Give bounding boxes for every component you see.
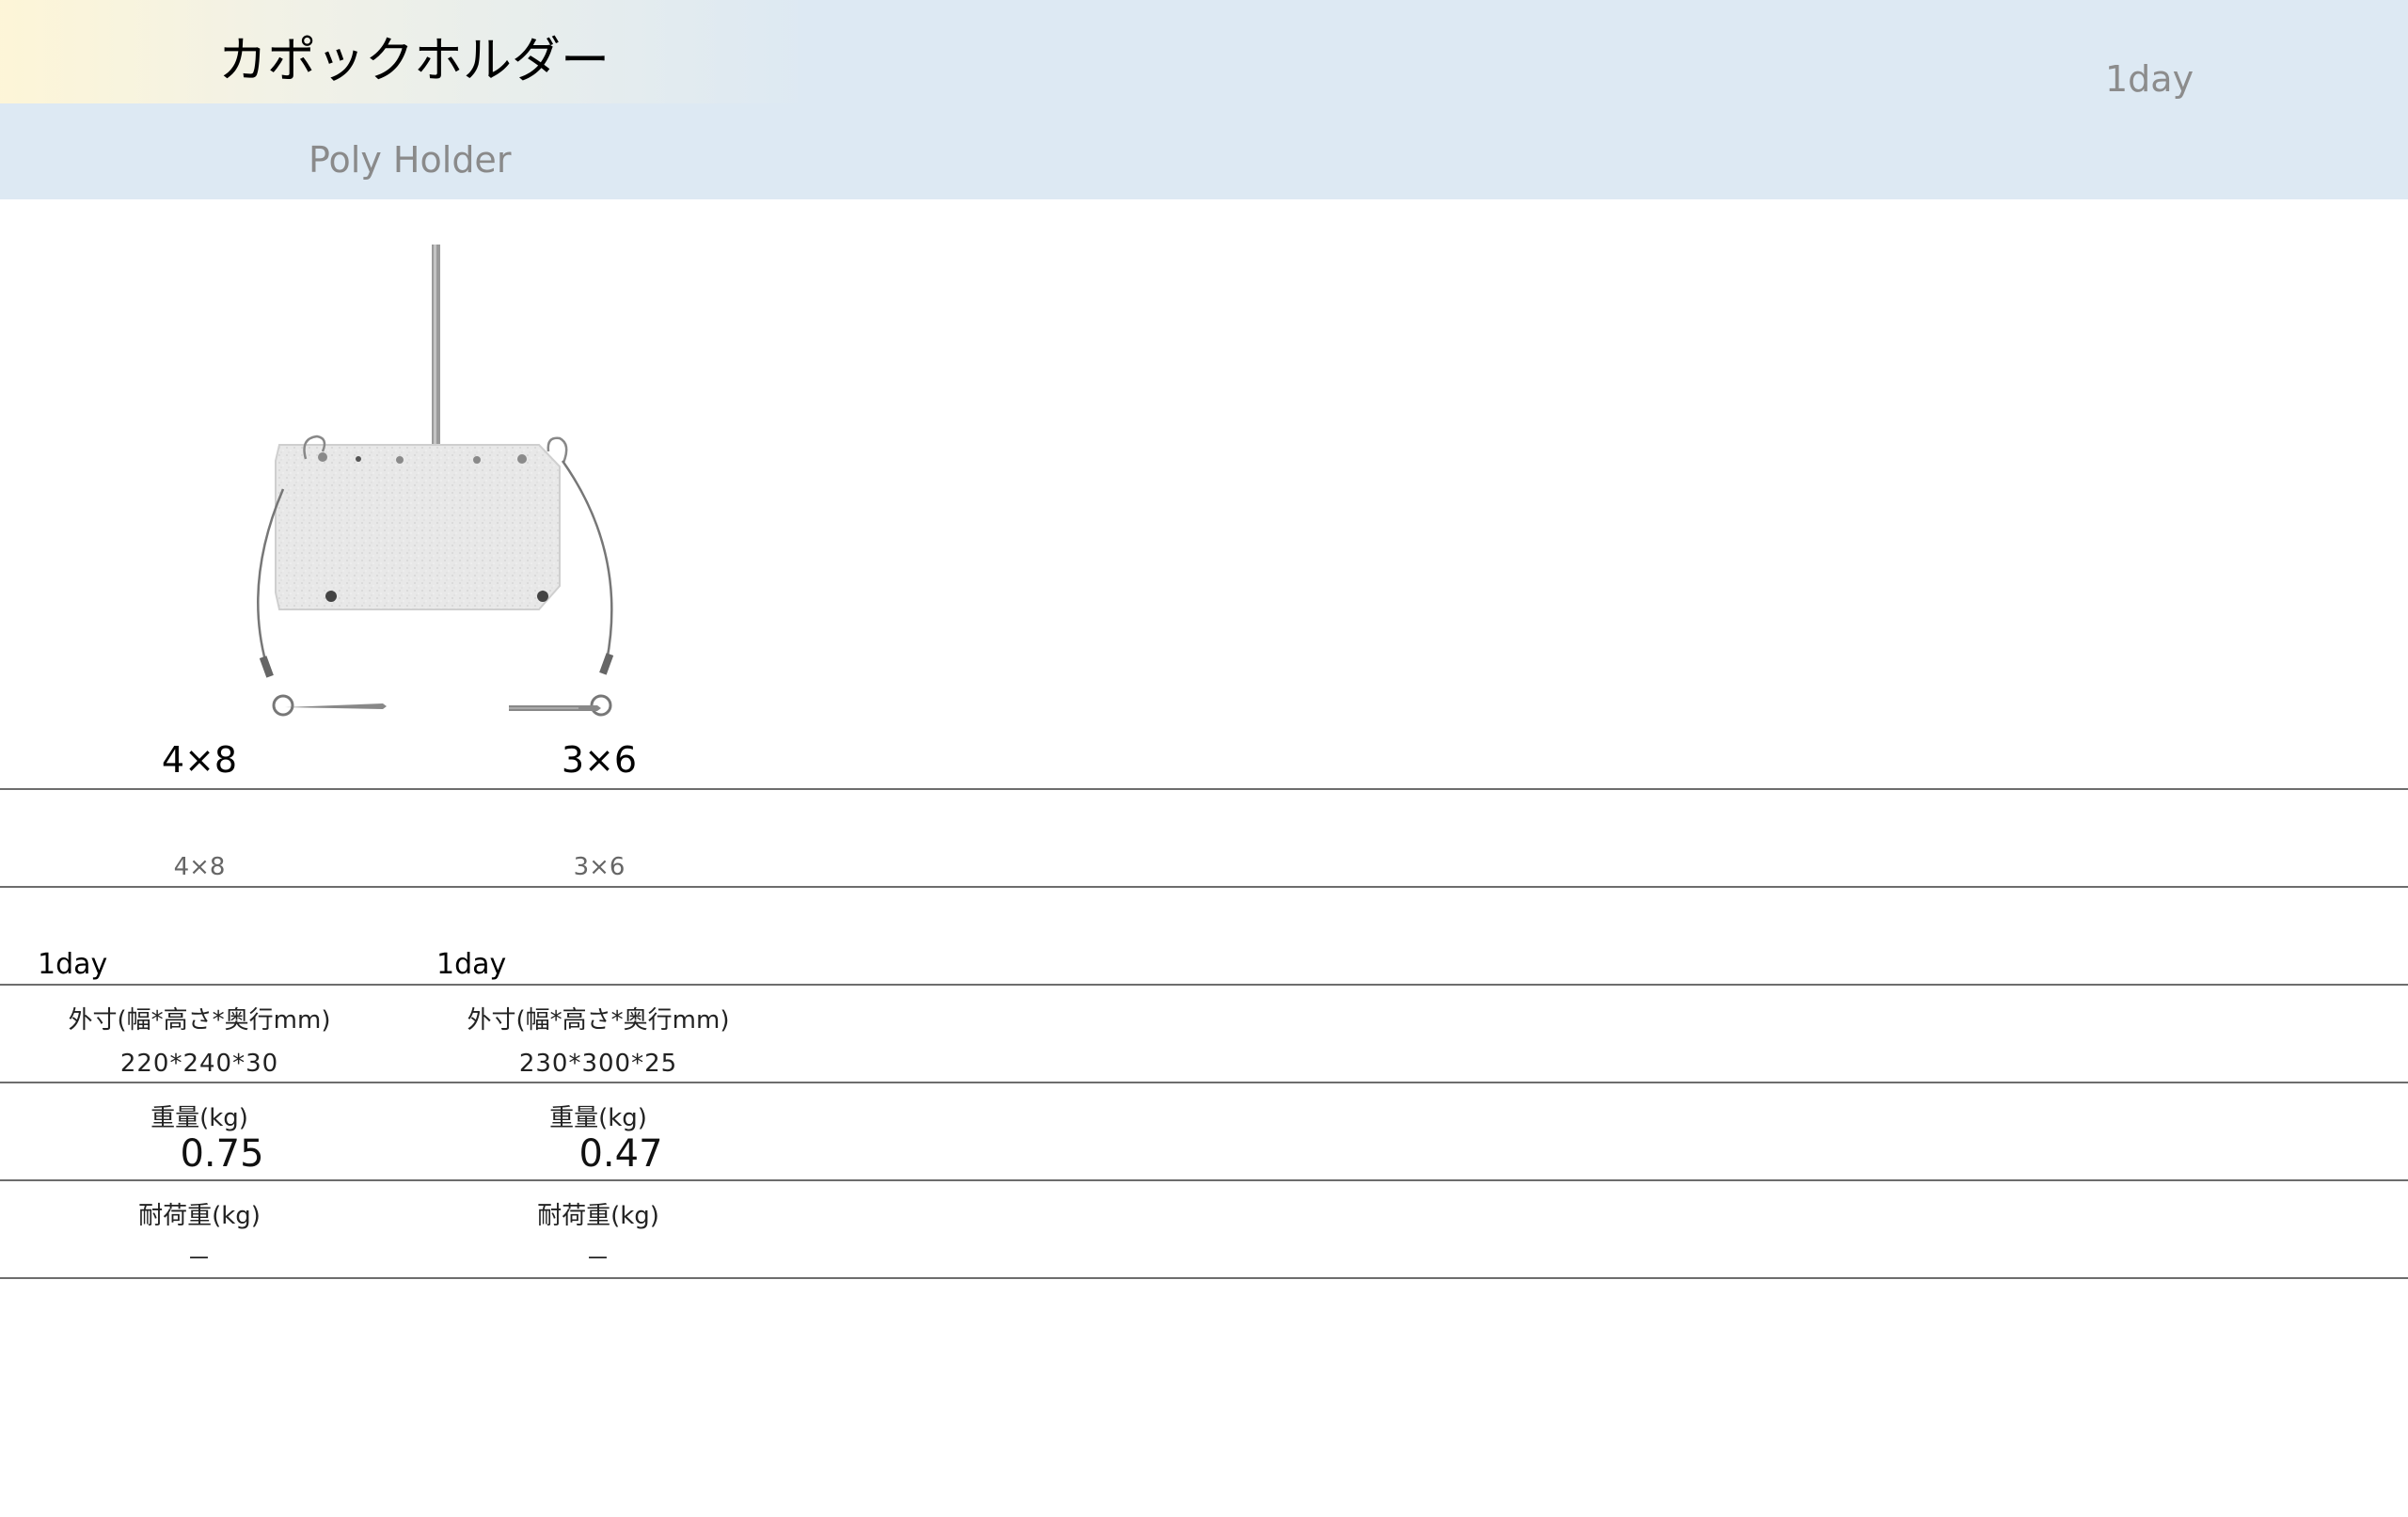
product-2-delivery: 1day (436, 948, 507, 981)
page-title: カポックホルダー (218, 33, 610, 89)
product-1-load-label: 耐荷重(kg) (138, 1202, 261, 1230)
product-1-weight-label: 重量(kg) (150, 1104, 248, 1132)
row-divider (0, 886, 2408, 888)
row-divider (0, 1179, 2408, 1181)
product-2-size: 3×6 (561, 739, 638, 781)
product-1-size: 4×8 (161, 739, 238, 781)
row-divider (0, 1082, 2408, 1083)
product-2-dims-value: 230*300*25 (518, 1050, 678, 1078)
product-1-size-small: 4×8 (173, 853, 226, 881)
product-1-delivery: 1day (38, 948, 108, 981)
product-2-weight-label: 重量(kg) (549, 1104, 647, 1132)
row-divider (0, 1277, 2408, 1279)
page-subtitle: Poly Holder (309, 139, 512, 181)
product-1-weight-value: 0.75 (180, 1132, 264, 1176)
product-image (257, 245, 614, 717)
product-2-dims-label: 外寸(幅*高さ*奥行mm) (467, 1006, 730, 1035)
product-2-weight-value: 0.47 (578, 1132, 663, 1176)
product-1-load-value: － (186, 1245, 213, 1273)
product-2-load-label: 耐荷重(kg) (537, 1202, 659, 1230)
product-2-size-small: 3×6 (573, 853, 626, 881)
delivery-badge: 1day (2105, 58, 2194, 100)
product-1-dims-value: 220*240*30 (119, 1050, 279, 1078)
row-divider (0, 984, 2408, 986)
product-2-load-value: － (585, 1245, 611, 1273)
product-1-dims-label: 外寸(幅*高さ*奥行mm) (68, 1006, 331, 1035)
header-band: カポックホルダー Poly Holder 1day (0, 0, 2408, 199)
row-divider (0, 788, 2408, 790)
